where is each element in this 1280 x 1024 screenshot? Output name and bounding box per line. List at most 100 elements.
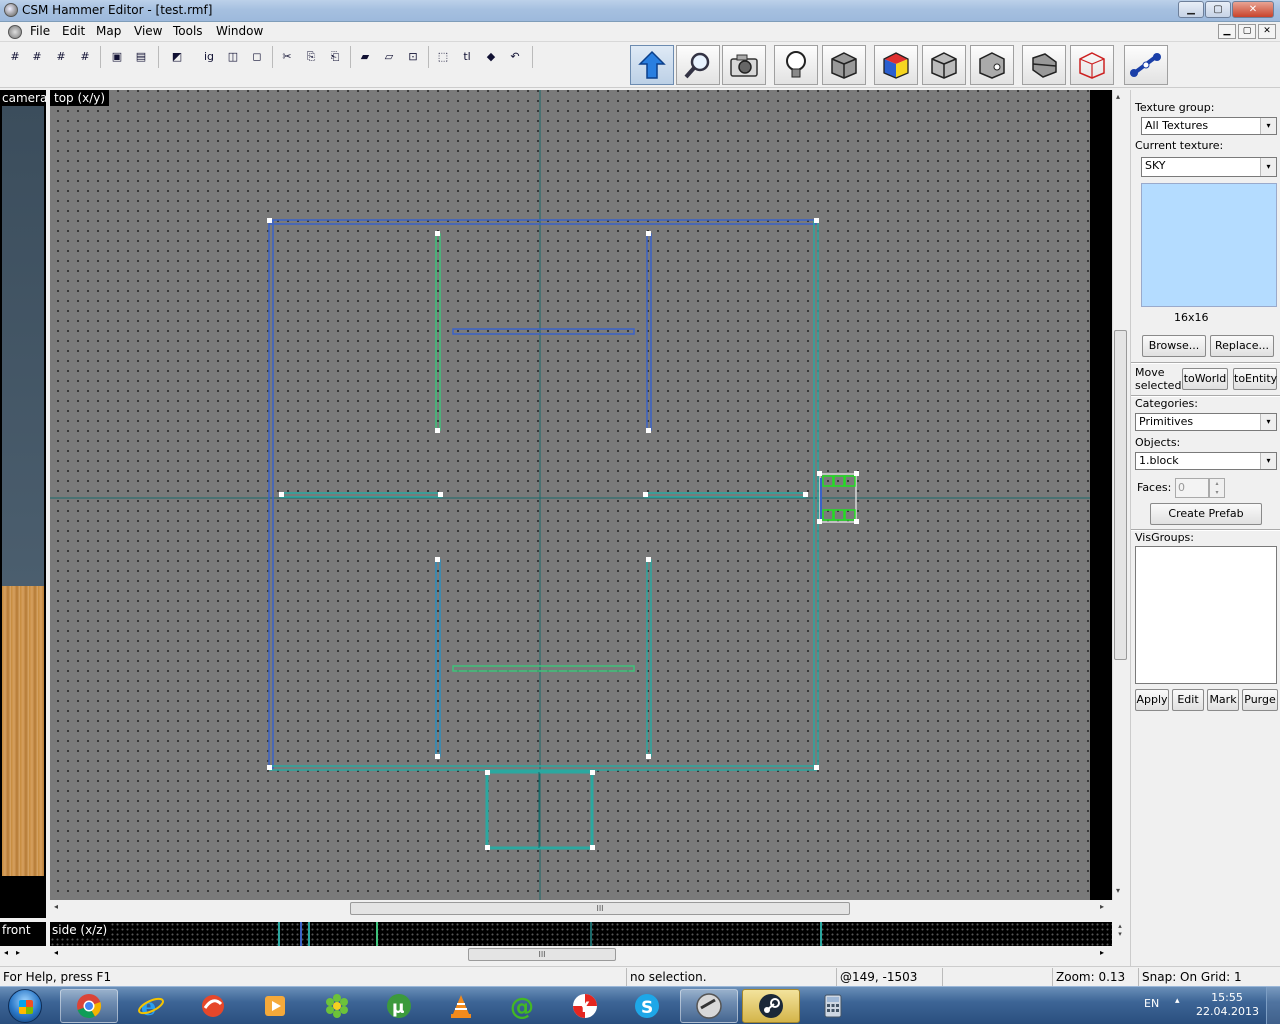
mark-button[interactable]: Mark <box>1207 689 1239 711</box>
to-world-button[interactable]: toWorld <box>1182 368 1228 390</box>
group-icon[interactable]: ▣ <box>108 48 126 66</box>
entity-square[interactable] <box>833 475 845 487</box>
current-texture-select[interactable]: SKY ▾ <box>1141 157 1277 177</box>
inner-wall[interactable] <box>435 559 441 757</box>
scroll-thumb[interactable] <box>1114 330 1127 660</box>
purge-button[interactable]: Purge <box>1242 689 1278 711</box>
language-indicator[interactable]: EN <box>1144 997 1159 1010</box>
bottom-horizontal-scrollbar[interactable]: ◂ ▸ III ◂ ▸ <box>0 946 1128 962</box>
taskbar-calculator[interactable] <box>804 989 862 1023</box>
clock[interactable]: 15:55 22.04.2013 <box>1196 991 1259 1019</box>
edit-button[interactable]: Edit <box>1172 689 1204 711</box>
entity-square[interactable] <box>844 509 856 521</box>
close-button[interactable]: ✕ <box>1232 1 1274 18</box>
inner-wall[interactable] <box>435 233 441 431</box>
menu-view[interactable]: View <box>134 24 162 38</box>
taskbar-icq[interactable] <box>308 989 366 1023</box>
camera-tool-button[interactable] <box>722 45 766 85</box>
menu-map[interactable]: Map <box>96 24 121 38</box>
minimize-button[interactable]: ▁ <box>1178 1 1204 18</box>
spin-down-icon[interactable]: ▾ <box>1210 488 1224 497</box>
wall-top[interactable] <box>269 219 817 225</box>
flip-icon[interactable]: ◆ <box>482 48 500 66</box>
start-button[interactable] <box>8 989 42 1023</box>
scroll-right-icon[interactable]: ▸ <box>1100 902 1104 911</box>
replace-button[interactable]: Replace... <box>1210 335 1274 357</box>
path-tool-button[interactable] <box>1124 45 1168 85</box>
show-desktop-button[interactable] <box>1266 987 1280 1024</box>
inner-wall[interactable] <box>644 492 806 498</box>
texture-lock-icon[interactable]: ig <box>200 48 218 66</box>
vertex-tool-button[interactable] <box>1070 45 1114 85</box>
inner-wall[interactable] <box>452 328 635 335</box>
magnify-tool-button[interactable] <box>676 45 720 85</box>
selection-tool-button[interactable] <box>630 45 674 85</box>
create-prefab-button[interactable]: Create Prefab <box>1150 503 1262 525</box>
faces-spinner[interactable]: ▴ ▾ <box>1209 478 1225 498</box>
side-view-vertical-scrollbar[interactable]: ▴ ▾ <box>1112 922 1128 946</box>
grid-smaller-icon[interactable]: # <box>52 48 70 66</box>
side-view-label[interactable]: side (x/z) <box>50 923 110 937</box>
scroll-left-icon[interactable]: ◂ <box>54 948 58 957</box>
carve-icon[interactable]: ⊡ <box>404 48 422 66</box>
menu-tools[interactable]: Tools <box>173 24 203 38</box>
wall-left[interactable] <box>268 220 274 769</box>
categories-select[interactable]: Primitives ▾ <box>1135 413 1277 431</box>
scroll-up-icon[interactable]: ▴ <box>1112 922 1128 930</box>
entity-square[interactable] <box>844 475 856 487</box>
side-viewport[interactable]: side (x/z) <box>50 922 1112 946</box>
grid-toggle-icon[interactable]: # <box>6 48 24 66</box>
top-view-horizontal-scrollbar[interactable]: ◂ III ▸ <box>50 900 1112 916</box>
copy-icon[interactable]: ⎘ <box>302 48 320 66</box>
wall-right[interactable] <box>813 220 819 769</box>
taskbar-mail-agent[interactable]: @ <box>494 989 552 1023</box>
taskbar-csm-hammer[interactable] <box>680 989 738 1023</box>
mdi-minimize-button[interactable]: ▁ <box>1218 24 1236 39</box>
tray-expand-icon[interactable]: ▴ <box>1175 996 1180 1006</box>
transform-icon[interactable]: tl <box>458 48 476 66</box>
cut-icon[interactable]: ✂ <box>278 48 296 66</box>
document-icon[interactable] <box>8 25 22 39</box>
objects-select[interactable]: 1.block ▾ <box>1135 452 1277 470</box>
taskbar-utorrent[interactable]: µ <box>370 989 428 1023</box>
dropdown-arrow-icon[interactable]: ▾ <box>1260 453 1276 469</box>
top-view-label[interactable]: top (x/y) <box>50 90 110 106</box>
texture-group-select[interactable]: All Textures ▾ <box>1141 117 1277 135</box>
dropdown-arrow-icon[interactable]: ▾ <box>1260 158 1276 176</box>
menu-file[interactable]: File <box>30 24 50 38</box>
scroll-thumb[interactable]: III <box>468 948 616 961</box>
visgroups-list[interactable] <box>1135 546 1277 684</box>
taskbar-skype[interactable]: S <box>618 989 676 1023</box>
scroll-down-icon[interactable]: ▾ <box>1116 886 1120 895</box>
menu-edit[interactable]: Edit <box>62 24 85 38</box>
entity-to-world-icon[interactable]: ◩ <box>168 48 186 66</box>
faces-input[interactable]: 0 <box>1175 478 1209 498</box>
show-icon[interactable]: ◻ <box>248 48 266 66</box>
inner-wall[interactable] <box>646 233 652 431</box>
entity-square[interactable] <box>833 509 845 521</box>
taskbar-vlc[interactable] <box>432 989 490 1023</box>
texture-scale-lock-icon[interactable]: ▱ <box>380 48 398 66</box>
scroll-right-icon[interactable]: ▸ <box>16 948 20 957</box>
decal-tool-button[interactable] <box>970 45 1014 85</box>
paste-icon[interactable]: ⎗ <box>326 48 344 66</box>
scroll-right-icon[interactable]: ▸ <box>1100 948 1104 957</box>
wall-bottom[interactable] <box>269 765 817 771</box>
taskbar-fire-app[interactable] <box>184 989 242 1023</box>
inner-wall[interactable] <box>280 492 442 498</box>
apply-texture-tool-button[interactable] <box>922 45 966 85</box>
front-view-label[interactable]: front <box>0 923 33 937</box>
hollow-icon[interactable]: ⬚ <box>434 48 452 66</box>
taskbar-chrome[interactable] <box>60 989 118 1023</box>
texture-lock-2-icon[interactable]: ▰ <box>356 48 374 66</box>
scroll-thumb[interactable]: III <box>350 902 850 915</box>
mdi-close-button[interactable]: ✕ <box>1258 24 1276 39</box>
spin-up-icon[interactable]: ▴ <box>1210 479 1224 488</box>
entity-square[interactable] <box>822 509 834 521</box>
hide-icon[interactable]: ◫ <box>224 48 242 66</box>
entity-square[interactable] <box>822 475 834 487</box>
entity-tool-button[interactable] <box>774 45 818 85</box>
dropdown-arrow-icon[interactable]: ▾ <box>1260 118 1276 134</box>
browse-button[interactable]: Browse... <box>1142 335 1206 357</box>
camera-viewport[interactable]: camera <box>0 90 46 918</box>
